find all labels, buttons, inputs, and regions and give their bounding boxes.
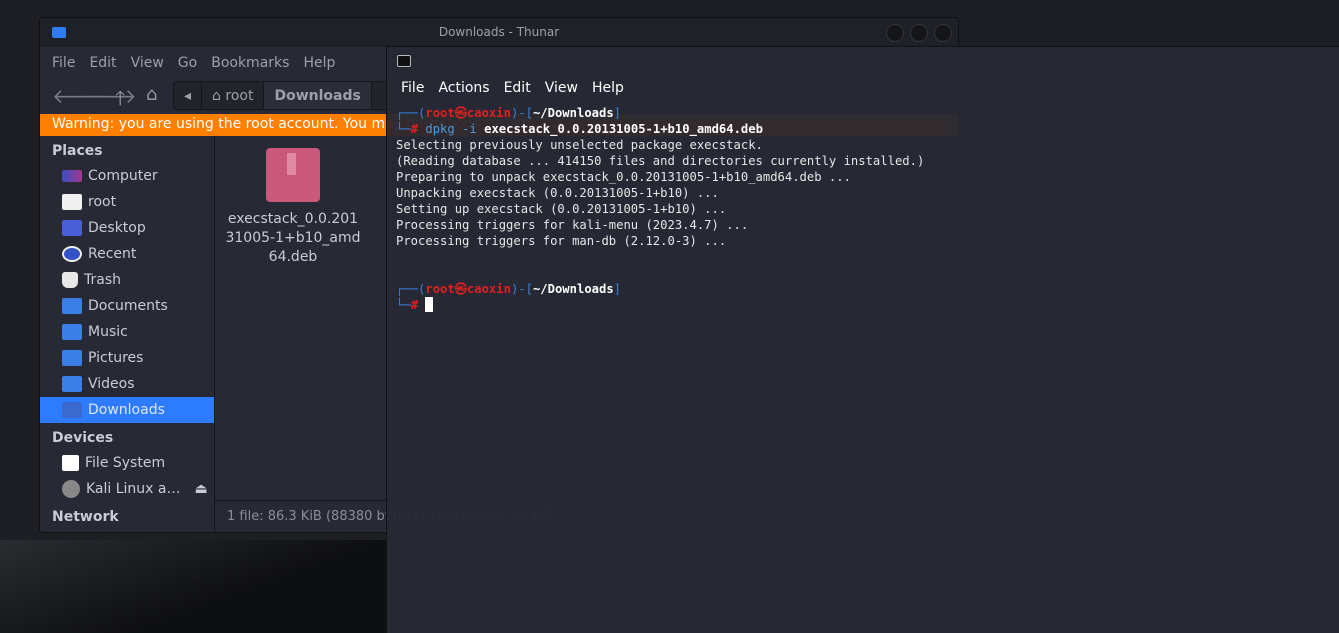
menu-bookmarks[interactable]: Bookmarks: [211, 55, 289, 71]
forward-arrow-icon[interactable]: 🡒: [83, 84, 137, 108]
terminal-menu-bar: File Actions Edit View Help: [401, 80, 624, 96]
sidebar-item-pictures[interactable]: Pictures: [40, 345, 214, 371]
documents-folder-icon: [62, 298, 82, 314]
window-title: Downloads - Thunar: [438, 25, 560, 39]
output-line: Preparing to unpack execstack_0.0.201310…: [396, 170, 851, 184]
home-icon: ⌂: [212, 87, 226, 104]
file-item[interactable]: execstack_0.0.20131005-1+b10_amd64.deb: [225, 148, 361, 267]
maximize-button[interactable]: [910, 24, 928, 42]
disc-icon: [62, 480, 80, 498]
sidebar-item-root[interactable]: root: [40, 189, 214, 215]
sidebar-item-kali-disc[interactable]: Kali Linux a… ⏏: [40, 476, 214, 502]
music-folder-icon: [62, 324, 82, 340]
menu-help[interactable]: Help: [303, 55, 335, 71]
home-folder-icon: [62, 194, 82, 210]
places-heading: Places: [52, 143, 103, 159]
downloads-folder-icon: [62, 402, 82, 418]
deb-package-icon: [266, 148, 320, 202]
terminal-output[interactable]: ┌──(root㉿caoxin)-[~/Downloads] └─# dpkg -…: [396, 105, 946, 313]
title-bar[interactable]: Downloads - Thunar: [40, 18, 958, 47]
network-heading: Network: [52, 509, 119, 525]
sidebar-item-recent[interactable]: Recent: [40, 241, 214, 267]
sidebar-item-computer[interactable]: Computer: [40, 163, 214, 189]
sidebar-item-downloads[interactable]: Downloads: [40, 397, 214, 423]
up-arrow-icon[interactable]: 🡑: [115, 84, 125, 118]
command-line: └─# dpkg -i execstack_0.0.20131005-1+b10…: [396, 121, 946, 137]
desktop-icon: [62, 220, 82, 236]
trash-icon: [62, 272, 78, 288]
sidebar: Places Computer root Desktop Recent Tras…: [40, 136, 215, 532]
output-line: Selecting previously unselected package …: [396, 138, 763, 152]
sidebar-item-desktop[interactable]: Desktop: [40, 215, 214, 241]
videos-folder-icon: [62, 376, 82, 392]
clock-icon: [62, 246, 82, 262]
prompt-line: ┌──(root㉿caoxin)-[~/Downloads]: [396, 106, 622, 120]
file-name: execstack_0.0.20131005-1+b10_amd64.deb: [225, 211, 361, 265]
menu-view[interactable]: View: [545, 80, 578, 96]
path-root[interactable]: ⌂ root: [202, 82, 265, 109]
minimize-button[interactable]: [886, 24, 904, 42]
output-line: Setting up execstack (0.0.20131005-1+b10…: [396, 202, 727, 216]
menu-actions[interactable]: Actions: [438, 80, 489, 96]
terminal-window: File Actions Edit View Help ┌──(root㉿cao…: [386, 46, 1339, 633]
menu-file[interactable]: File: [52, 55, 75, 71]
desktop-wallpaper: [0, 540, 390, 633]
sidebar-item-videos[interactable]: Videos: [40, 371, 214, 397]
menu-file[interactable]: File: [401, 80, 424, 96]
drive-icon: [62, 455, 79, 471]
output-line: Processing triggers for kali-menu (2023.…: [396, 218, 749, 232]
output-line: Unpacking execstack (0.0.20131005-1+b10)…: [396, 186, 719, 200]
menu-go[interactable]: Go: [178, 55, 197, 71]
chevron-left-icon[interactable]: ◂: [174, 82, 203, 109]
terminal-icon: [397, 55, 411, 67]
menu-help[interactable]: Help: [592, 80, 624, 96]
pictures-folder-icon: [62, 350, 82, 366]
sidebar-item-music[interactable]: Music: [40, 319, 214, 345]
menu-edit[interactable]: Edit: [89, 55, 116, 71]
menu-view[interactable]: View: [131, 55, 164, 71]
sidebar-item-trash[interactable]: Trash: [40, 267, 214, 293]
sidebar-item-file-system[interactable]: File System: [40, 450, 214, 476]
eject-icon[interactable]: ⏏: [195, 481, 208, 497]
prompt-line: ┌──(root㉿caoxin)-[~/Downloads]: [396, 282, 622, 296]
home-icon[interactable]: ⌂: [146, 84, 157, 105]
close-button[interactable]: [934, 24, 952, 42]
output-line: Processing triggers for man-db (2.12.0-3…: [396, 234, 727, 248]
menu-edit[interactable]: Edit: [504, 80, 531, 96]
path-downloads[interactable]: Downloads: [264, 82, 372, 109]
sidebar-item-documents[interactable]: Documents: [40, 293, 214, 319]
input-line[interactable]: └─#: [396, 297, 946, 313]
computer-icon: [62, 170, 82, 182]
output-line: (Reading database ... 414150 files and d…: [396, 154, 925, 168]
devices-heading: Devices: [52, 430, 114, 446]
text-cursor: [425, 297, 434, 312]
